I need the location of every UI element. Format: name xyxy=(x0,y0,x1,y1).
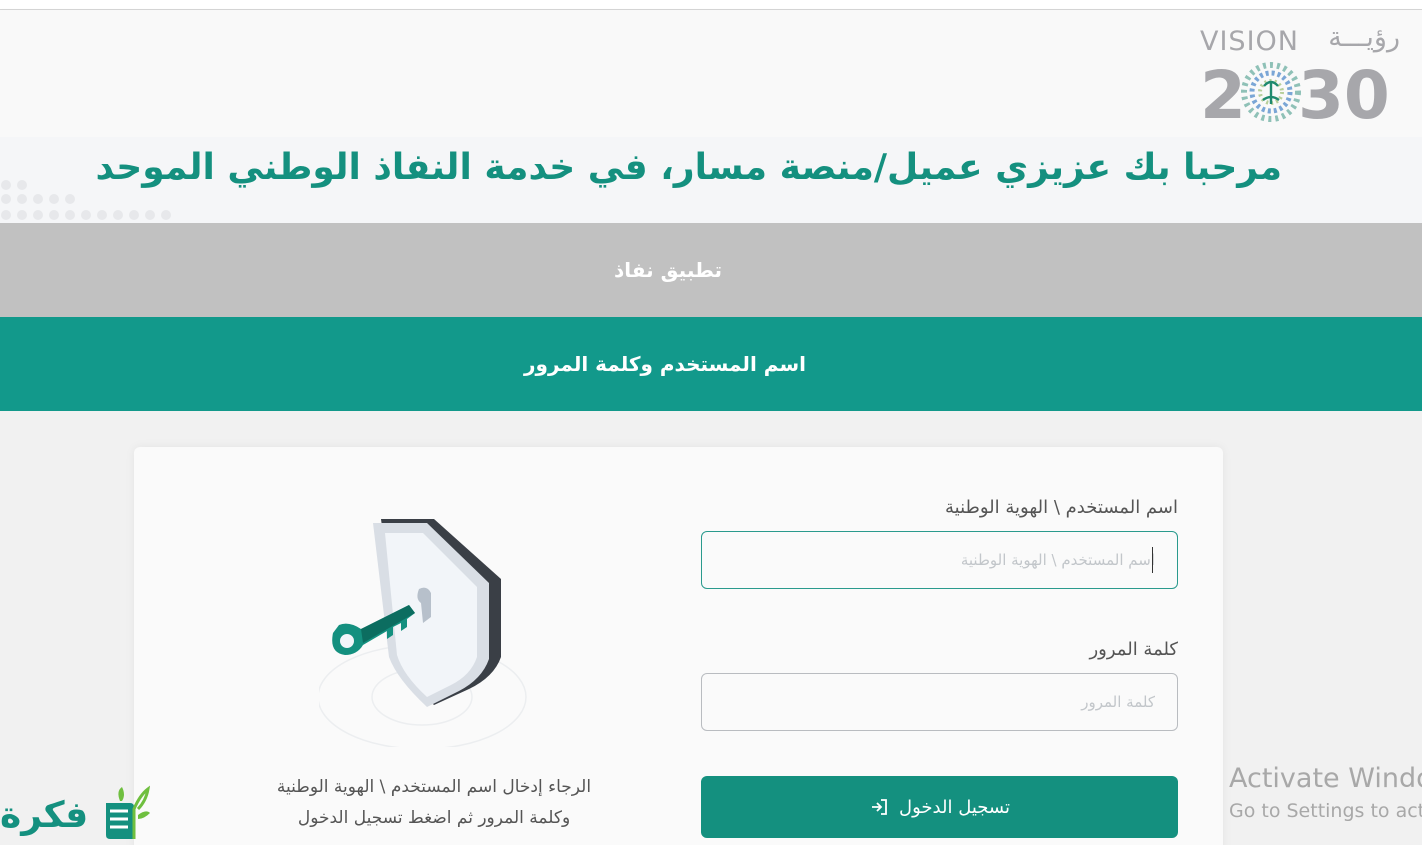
password-label: كلمة المرور xyxy=(1089,639,1178,660)
login-help-text: الرجاء إدخال اسم المستخدم \ الهوية الوطن… xyxy=(229,772,639,834)
palm-emblem-icon xyxy=(1241,62,1301,122)
activate-subtitle: Go to Settings to activate Windows. xyxy=(1229,800,1422,822)
help-line-1: الرجاء إدخال اسم المستخدم \ الهوية الوطن… xyxy=(276,777,592,797)
vision-logo-top: VISION رؤيـــة xyxy=(1200,22,1400,60)
shield-key-illustration xyxy=(319,519,527,747)
text-cursor xyxy=(1152,547,1153,573)
username-input[interactable] xyxy=(701,531,1178,589)
welcome-title: مرحبا بك عزيزي عميل/منصة مسار، في خدمة ا… xyxy=(95,147,1282,188)
username-label: اسم المستخدم \ الهوية الوطنية xyxy=(945,497,1178,518)
tab-nafath-app[interactable]: تطبيق نفاذ xyxy=(0,223,1422,317)
vision-logo-word: VISION xyxy=(1200,26,1299,57)
welcome-band: مرحبا بك عزيزي عميل/منصة مسار، في خدمة ا… xyxy=(0,137,1422,223)
activate-title: Activate Windows xyxy=(1229,763,1422,794)
site-header: VISION رؤيـــة 2 30 xyxy=(0,10,1422,137)
password-input[interactable] xyxy=(701,673,1178,731)
logo-year-left: 2 xyxy=(1200,60,1246,124)
tab-username-password[interactable]: اسم المستخدم وكلمة المرور xyxy=(0,317,1422,411)
login-arrow-icon xyxy=(872,799,887,815)
logo-year-right: 30 xyxy=(1298,60,1390,124)
vision-2030-logo[interactable]: VISION رؤيـــة 2 30 xyxy=(1200,22,1400,134)
login-card: اسم المستخدم \ الهوية الوطنية كلمة المرو… xyxy=(134,447,1223,845)
site-watermark-logo: فكرة xyxy=(0,783,152,845)
login-button[interactable]: تسجيل الدخول xyxy=(701,776,1178,838)
top-border xyxy=(0,0,1422,10)
vision-logo-arabic: رؤيـــة xyxy=(1328,22,1400,53)
book-plant-icon xyxy=(106,785,150,839)
help-line-2: وكلمة المرور ثم اضغط تسجيل الدخول xyxy=(297,808,571,828)
login-button-label: تسجيل الدخول xyxy=(899,796,1010,818)
watermark-text: فكرة xyxy=(0,795,89,836)
vision-logo-numerals: 2 30 xyxy=(1200,60,1390,124)
windows-activation-overlay: Activate Windows Go to Settings to activ… xyxy=(1229,762,1422,826)
